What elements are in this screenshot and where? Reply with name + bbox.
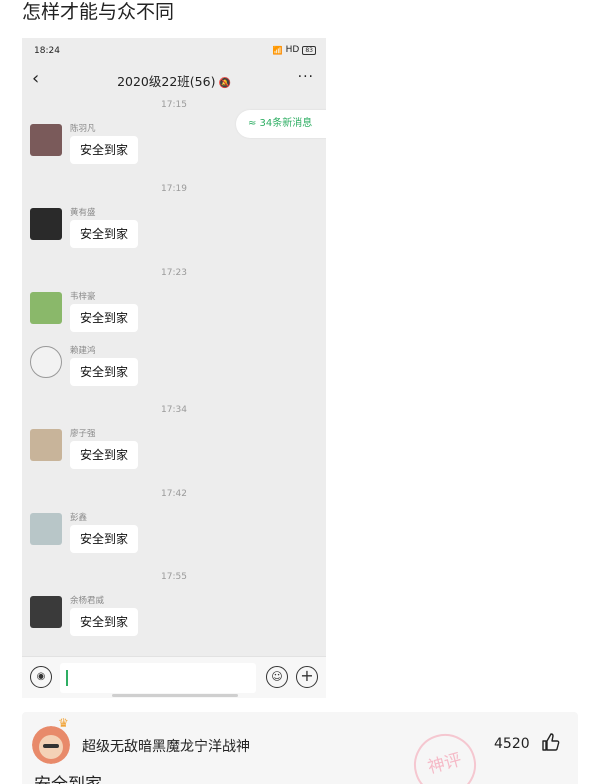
- sender-name: 余杨君威: [70, 596, 105, 606]
- message-bubble[interactable]: 安全到家: [70, 136, 139, 164]
- message-bubble[interactable]: 安全到家: [70, 358, 139, 386]
- battery-icon: 83: [302, 45, 316, 55]
- sender-avatar[interactable]: [30, 596, 62, 628]
- message-input[interactable]: [60, 663, 256, 693]
- comment-username[interactable]: 超级无敌暗黑魔龙宁洋战神: [82, 736, 250, 756]
- sender-name: 赖建鸿: [70, 346, 96, 356]
- chat-title: 2020级22班(56): [117, 74, 216, 89]
- chat-message: 廖子强 安全到家: [30, 427, 320, 477]
- sender-name: 韦梓豪: [70, 292, 96, 302]
- chat-message: 彭鑫 安全到家: [30, 511, 320, 561]
- message-bubble[interactable]: 安全到家: [70, 608, 139, 636]
- comment-card: ♛ 超级无敌暗黑魔龙宁洋战神 神评 4520 安全到家: [22, 712, 578, 784]
- message-timestamp: 17:15: [161, 100, 187, 110]
- emoji-icon[interactable]: ☺: [266, 666, 288, 688]
- network-label: HD: [285, 45, 300, 55]
- sender-avatar[interactable]: [30, 346, 62, 378]
- text-caret: [66, 670, 68, 686]
- message-timestamp: 17:34: [161, 405, 187, 415]
- sender-avatar[interactable]: [30, 513, 62, 545]
- thumbs-up-icon[interactable]: [540, 732, 560, 752]
- avatar-image: [32, 726, 70, 764]
- chat-message: 韦梓豪 安全到家: [30, 290, 320, 340]
- message-timestamp: 17:55: [161, 572, 187, 582]
- sender-avatar[interactable]: [30, 124, 62, 156]
- chat-message: 赖建鸿 安全到家: [30, 344, 320, 394]
- message-timestamp: 17:23: [161, 268, 187, 278]
- more-icon[interactable]: ···: [298, 69, 314, 85]
- plus-icon[interactable]: +: [296, 666, 318, 688]
- voice-icon[interactable]: ◉: [30, 666, 52, 688]
- stamp-icon: 神评: [407, 727, 483, 784]
- chat-title-wrap: 2020级22班(56) 🔕: [22, 71, 326, 90]
- sender-avatar[interactable]: [30, 292, 62, 324]
- sender-name: 陈羽凡: [70, 124, 96, 134]
- comment-avatar[interactable]: [32, 726, 70, 764]
- home-indicator: [112, 694, 238, 697]
- status-bar: 18:24 📶 HD 83: [22, 38, 326, 64]
- comment-text: 安全到家: [34, 770, 102, 784]
- message-bubble[interactable]: 安全到家: [70, 304, 139, 332]
- message-timestamp: 17:42: [161, 489, 187, 499]
- sender-avatar[interactable]: [30, 208, 62, 240]
- chat-message: 余杨君威 安全到家: [30, 594, 320, 644]
- sender-name: 廖子强: [70, 429, 96, 439]
- message-bubble[interactable]: 安全到家: [70, 220, 139, 248]
- sender-name: 彭鑫: [70, 513, 88, 523]
- message-timestamp: 17:19: [161, 184, 187, 194]
- status-time: 18:24: [34, 46, 60, 56]
- chat-message: 黄有盛 安全到家: [30, 206, 320, 256]
- crown-icon: ♛: [58, 716, 69, 730]
- sender-name: 黄有盛: [70, 208, 96, 218]
- chat-message: 陈羽凡 安全到家: [30, 122, 320, 172]
- message-bubble[interactable]: 安全到家: [70, 441, 139, 469]
- post-title: 怎样才能与众不同: [22, 1, 175, 23]
- signal-icon: 📶: [272, 45, 283, 55]
- input-bar: ◉ ☺ +: [22, 656, 326, 698]
- status-icons: 📶 HD 83: [273, 45, 316, 55]
- chat-header: ‹ 2020级22班(56) 🔕 ···: [22, 64, 326, 96]
- sender-avatar[interactable]: [30, 429, 62, 461]
- like-count: 4520: [494, 736, 530, 752]
- mute-icon: 🔕: [218, 78, 231, 89]
- chat-screenshot: 18:24 📶 HD 83 ‹ 2020级22班(56) 🔕 ··· ≈ 34条新…: [22, 38, 326, 698]
- message-bubble[interactable]: 安全到家: [70, 525, 139, 553]
